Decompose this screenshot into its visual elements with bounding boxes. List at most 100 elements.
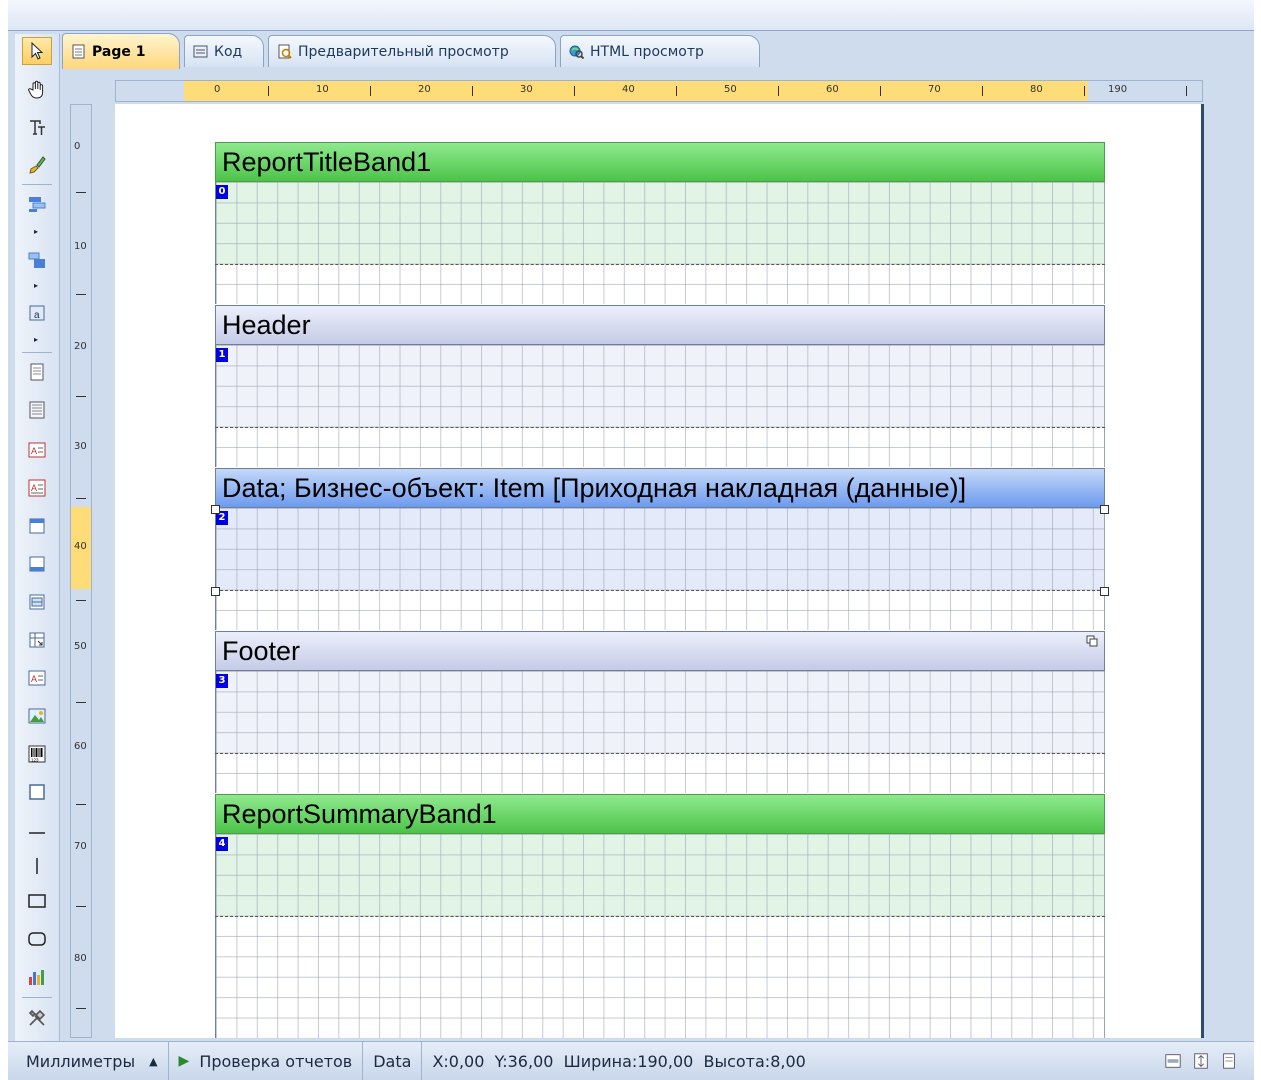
rectangle-tool-icon[interactable]: [22, 887, 52, 915]
svg-text:A: A: [31, 446, 37, 456]
band-index-badge: 1: [216, 348, 228, 362]
text-box-tool-icon[interactable]: A: [22, 436, 52, 464]
barcode-tool-icon[interactable]: 123: [22, 740, 52, 768]
text-tool-icon[interactable]: [22, 114, 52, 142]
band-title: Footer: [222, 635, 301, 666]
band-tool-icon[interactable]: [22, 190, 52, 218]
band-index-badge: 0: [216, 185, 228, 199]
tab-html-preview[interactable]: HTML просмотр: [560, 35, 760, 67]
ruler-tick: [76, 702, 86, 703]
play-icon: ▶: [178, 1053, 190, 1069]
table-tool-icon[interactable]: [22, 588, 52, 616]
expand-arrow-icon[interactable]: ▸: [34, 282, 38, 290]
tab-label: Предварительный просмотр: [298, 43, 509, 60]
units-selector[interactable]: Миллиметры ▲: [8, 1042, 169, 1080]
check-box-tool-icon[interactable]: A: [22, 664, 52, 692]
resize-handle[interactable]: [211, 505, 220, 514]
rich-text-tool-icon[interactable]: A: [22, 474, 52, 502]
ruler-label: 190: [1108, 84, 1128, 95]
shape-tool-icon[interactable]: [22, 778, 52, 806]
ruler-tick: [268, 86, 269, 96]
band-header[interactable]: Header: [215, 305, 1105, 345]
report-tool-icon[interactable]: [22, 396, 52, 424]
ruler-label: 80: [1030, 84, 1043, 95]
resize-handle[interactable]: [211, 587, 220, 596]
band-content-boundary: [215, 753, 1105, 754]
hand-tool-icon[interactable]: [22, 76, 52, 104]
ruler-tick: [76, 192, 86, 193]
page-height-icon[interactable]: [1190, 1050, 1212, 1072]
band-header[interactable]: ReportSummaryBand1: [215, 794, 1105, 834]
vertical-line-tool-icon[interactable]: [22, 852, 52, 880]
ruler-label: 0: [74, 141, 81, 152]
ruler-tick: [574, 86, 575, 96]
ruler-label: 50: [724, 84, 737, 95]
report-check-button[interactable]: ▶ Проверка отчетов: [169, 1042, 364, 1080]
band-content-boundary: [215, 916, 1105, 917]
page-tool-icon[interactable]: [22, 358, 52, 386]
container-tool-icon[interactable]: a: [22, 299, 52, 327]
horizontal-ruler: 0 10 20 30 40 50 60 70 80 190: [115, 80, 1203, 102]
band-header[interactable]: Data; Бизнес-объект: Item [Приходная нак…: [215, 468, 1105, 508]
preview-icon: [277, 44, 292, 59]
resize-handle[interactable]: [1100, 587, 1109, 596]
band-content-boundary: [215, 590, 1105, 591]
band-body-grid[interactable]: [215, 182, 1105, 304]
select-tool-icon[interactable]: [22, 37, 52, 65]
tab-label: Page 1: [92, 43, 146, 60]
ruler-tick: [370, 86, 371, 96]
ruler-tick: [982, 86, 983, 96]
ruler-label: 80: [74, 953, 87, 964]
ruler-tick: [76, 600, 86, 601]
copy-icon[interactable]: [1086, 635, 1098, 647]
band-body-grid[interactable]: [215, 834, 1105, 1038]
ruler-tick: [1084, 86, 1085, 96]
tools-settings-icon[interactable]: [22, 1004, 52, 1032]
ruler-tick: [76, 906, 86, 907]
page-width-icon[interactable]: [1162, 1050, 1184, 1072]
report-check-label: Проверка отчетов: [199, 1051, 353, 1071]
ruler-tick: [76, 294, 86, 295]
tab-page-1[interactable]: Page 1: [62, 33, 180, 69]
band-title: ReportSummaryBand1: [222, 798, 497, 829]
quick-access-strip: [8, 0, 1254, 31]
ruler-label: 40: [622, 84, 635, 95]
ruler-label: 10: [316, 84, 329, 95]
band-index-badge: 4: [216, 837, 228, 851]
expand-arrow-icon[interactable]: ▸: [34, 228, 38, 236]
band-content-boundary: [215, 427, 1105, 428]
panel-tool-icon[interactable]: [22, 512, 52, 540]
selected-component: Data: [363, 1042, 423, 1080]
band-body-grid[interactable]: [215, 508, 1105, 630]
tab-label: Код: [214, 43, 243, 60]
tab-label: HTML просмотр: [590, 43, 704, 60]
component-toolbox: ▸ ▸ a ▸ A A A 123: [15, 34, 60, 1042]
tab-code[interactable]: Код: [184, 35, 264, 67]
cross-band-tool-icon[interactable]: [22, 246, 52, 274]
chart-tool-icon[interactable]: [22, 963, 52, 991]
band-body-grid[interactable]: [215, 345, 1105, 467]
whole-page-icon[interactable]: [1218, 1050, 1240, 1072]
cross-tab-tool-icon[interactable]: [22, 626, 52, 654]
frame-tool-icon[interactable]: [22, 550, 52, 578]
svg-text:a: a: [34, 310, 40, 321]
rounded-rectangle-tool-icon[interactable]: [22, 925, 52, 953]
resize-handle[interactable]: [1100, 505, 1109, 514]
brush-tool-icon[interactable]: [22, 151, 52, 179]
svg-text:A: A: [31, 674, 37, 684]
tab-preview[interactable]: Предварительный просмотр: [268, 35, 556, 67]
band-body-grid[interactable]: [215, 671, 1105, 793]
ruler-tick: [76, 498, 86, 499]
vertical-ruler: 0 10 20 30 40 50 60 70 80: [70, 104, 92, 1038]
image-tool-icon[interactable]: [22, 702, 52, 730]
band-header[interactable]: Footer: [215, 631, 1105, 671]
band-content-boundary: [215, 264, 1105, 265]
band-title: Data; Бизнес-объект: Item [Приходная нак…: [222, 472, 967, 503]
band-index-badge: 3: [216, 674, 228, 688]
band-header[interactable]: ReportTitleBand1: [215, 142, 1105, 182]
horizontal-line-tool-icon[interactable]: [22, 819, 52, 847]
expand-arrow-icon[interactable]: ▸: [34, 336, 38, 344]
ruler-tick: [76, 1008, 86, 1009]
ruler-tick: [1186, 86, 1187, 96]
toolbox-separator: [22, 352, 52, 353]
